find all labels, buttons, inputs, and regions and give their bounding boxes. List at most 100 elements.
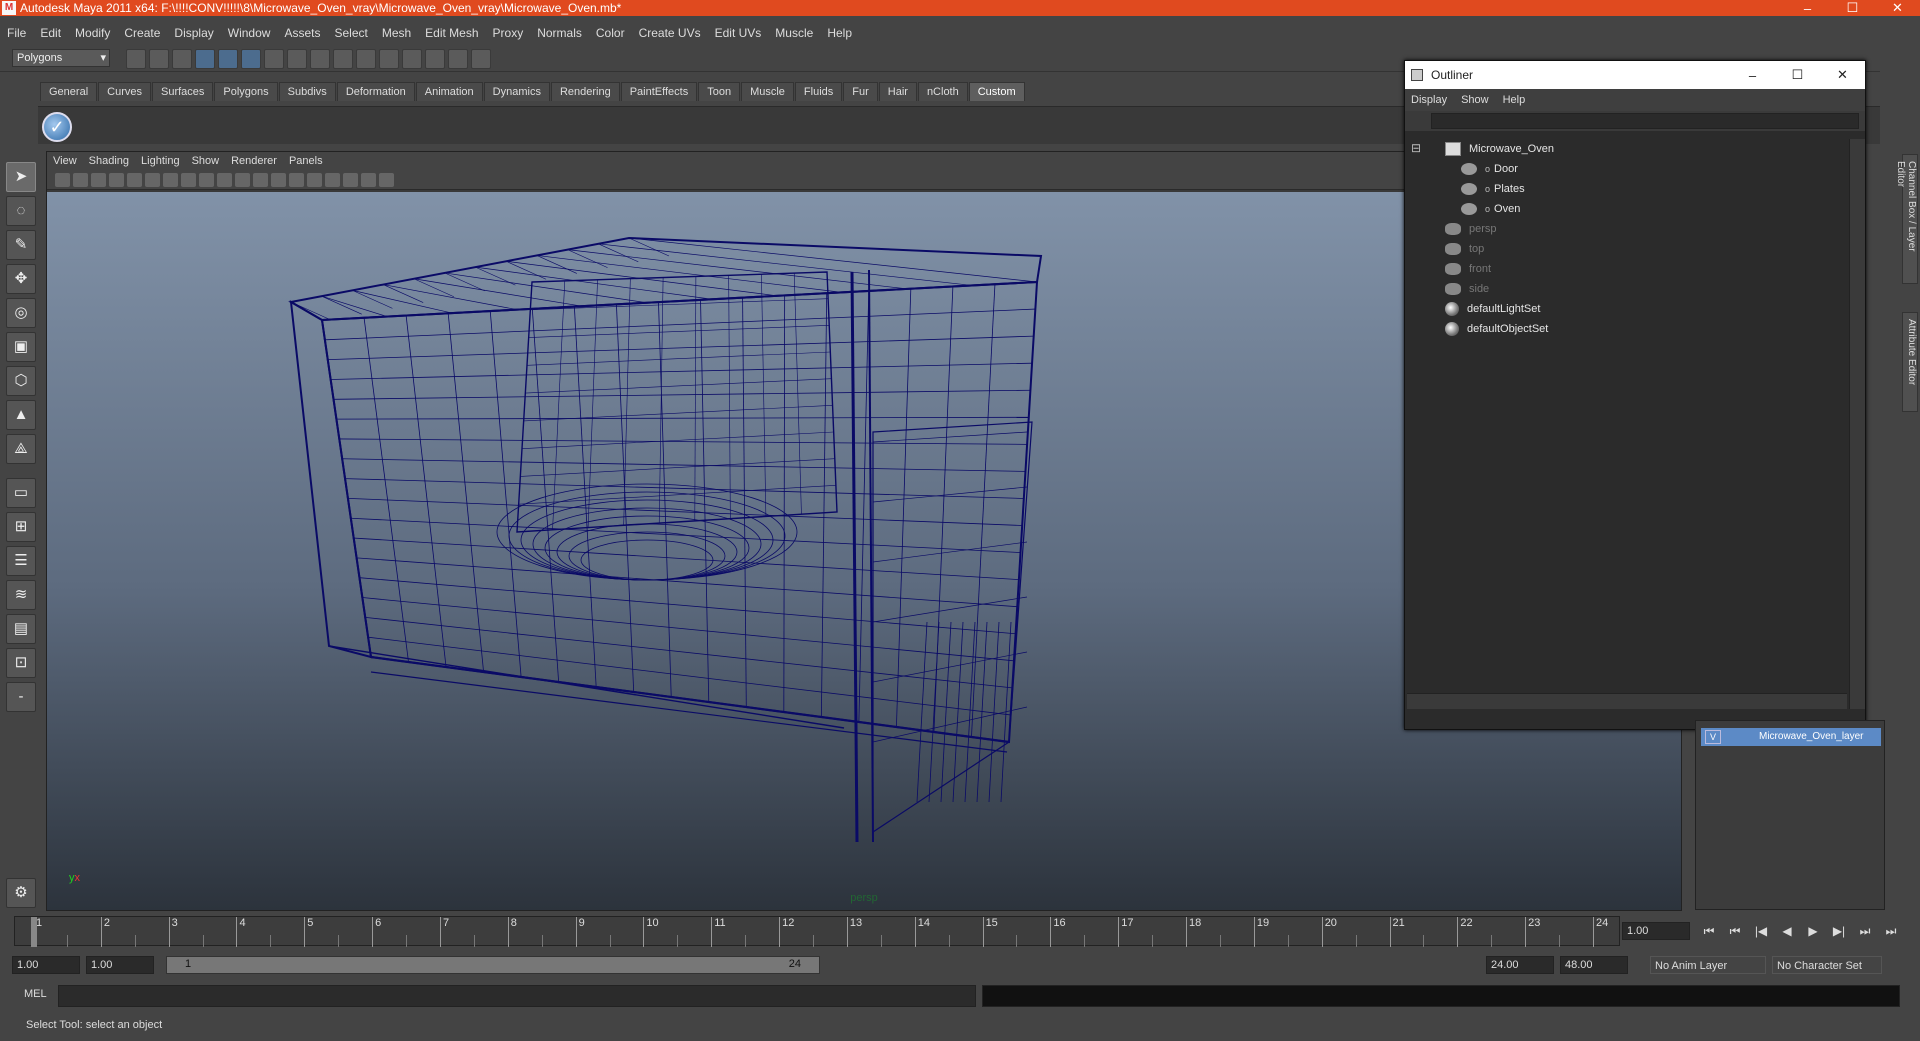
menu-edit-mesh[interactable]: Edit Mesh: [418, 26, 485, 40]
tool-settings-icon[interactable]: ⚙: [6, 878, 36, 908]
step-forward-frame-button[interactable]: ▶|: [1826, 924, 1852, 939]
render-settings-icon[interactable]: [425, 49, 445, 69]
mel-label[interactable]: MEL: [24, 988, 47, 1000]
help-icon[interactable]: [471, 49, 491, 69]
resolution-gate-icon[interactable]: [163, 172, 178, 187]
close-button[interactable]: ✕: [1875, 0, 1920, 16]
menu-assets[interactable]: Assets: [277, 26, 327, 40]
menu-muscle[interactable]: Muscle: [768, 26, 820, 40]
menu-help[interactable]: Help: [820, 26, 859, 40]
snap-point-icon[interactable]: [310, 49, 330, 69]
playback-end-field[interactable]: 24.00: [1486, 956, 1554, 974]
select-tool-icon[interactable]: ➤: [6, 162, 36, 192]
save-scene-icon[interactable]: [172, 49, 192, 69]
move-tool-icon[interactable]: ✥: [6, 264, 36, 294]
outliner-item[interactable]: o Door: [1461, 159, 1518, 179]
step-back-frame-button[interactable]: |◀: [1748, 924, 1774, 939]
select-by-hierarchy-icon[interactable]: [195, 49, 215, 69]
menu-window[interactable]: Window: [221, 26, 278, 40]
menu-edit[interactable]: Edit: [33, 26, 68, 40]
mel-input[interactable]: [58, 985, 976, 1007]
ipr-render-icon[interactable]: [402, 49, 422, 69]
menu-color[interactable]: Color: [589, 26, 632, 40]
panel-menu-renderer[interactable]: Renderer: [231, 155, 285, 167]
panel-menu-panels[interactable]: Panels: [289, 155, 331, 167]
layer-row[interactable]: V Microwave_Oven_layer: [1701, 728, 1881, 746]
shelf-tab-ncloth[interactable]: nCloth: [917, 82, 968, 101]
shelf-check-icon[interactable]: ✓: [42, 112, 72, 142]
outliner-menu-display[interactable]: Display: [1411, 94, 1447, 106]
outliner-maximize-button[interactable]: ☐: [1775, 67, 1820, 83]
outliner-titlebar[interactable]: Outliner – ☐ ✕: [1405, 61, 1865, 89]
shelf-tab-fur[interactable]: Fur: [843, 82, 878, 101]
snap-plane-icon[interactable]: [333, 49, 353, 69]
minimize-button[interactable]: –: [1785, 1, 1830, 16]
shelf-tab-toon[interactable]: Toon: [698, 82, 741, 101]
playback-start-field[interactable]: 1.00: [86, 956, 154, 974]
wireframe-on-shaded-icon[interactable]: [289, 172, 304, 187]
isolate-select-icon[interactable]: [379, 172, 394, 187]
wireframe-icon[interactable]: [253, 172, 268, 187]
rotate-tool-icon[interactable]: ◎: [6, 298, 36, 328]
lasso-tool-icon[interactable]: ◌: [6, 196, 36, 226]
go-to-start-button[interactable]: ⏮: [1696, 924, 1722, 939]
layout-four-icon[interactable]: ⊞: [6, 512, 36, 542]
menu-mesh[interactable]: Mesh: [375, 26, 418, 40]
shelf-tab-dynamics[interactable]: Dynamics: [483, 82, 550, 101]
outliner-item[interactable]: persp: [1445, 219, 1497, 239]
camera-select-icon[interactable]: [55, 172, 70, 187]
channel-box-tab[interactable]: Channel Box / Layer Editor: [1895, 154, 1918, 284]
shelf-tab-animation[interactable]: Animation: [415, 82, 483, 101]
play-backwards-button[interactable]: ◀: [1774, 924, 1800, 939]
outliner-item[interactable]: o Plates: [1461, 179, 1525, 199]
layer-visibility-toggle[interactable]: V: [1705, 730, 1721, 744]
outliner-item[interactable]: defaultObjectSet: [1445, 319, 1548, 339]
outliner-menu-show[interactable]: Show: [1461, 94, 1489, 106]
shelf-tab-polygons[interactable]: Polygons: [214, 82, 278, 101]
step-back-key-button[interactable]: ⏮: [1722, 924, 1748, 939]
soft-mod-icon[interactable]: ▲: [6, 400, 36, 430]
field-chart-icon[interactable]: [199, 172, 214, 187]
image-plane-icon[interactable]: [109, 172, 124, 187]
outliner-filter-input[interactable]: [1431, 113, 1859, 129]
hypershade-icon[interactable]: [448, 49, 468, 69]
current-frame-field[interactable]: 1.00: [1622, 922, 1690, 940]
film-gate-icon[interactable]: [145, 172, 160, 187]
scale-tool-icon[interactable]: ▣: [6, 332, 36, 362]
shelf-tab-surfaces[interactable]: Surfaces: [151, 82, 214, 101]
shelf-tab-deformation[interactable]: Deformation: [336, 82, 415, 101]
shelf-tab-hair[interactable]: Hair: [878, 82, 917, 101]
safe-action-icon[interactable]: [217, 172, 232, 187]
layout-more-icon[interactable]: ‐: [6, 682, 36, 712]
outliner-menu-help[interactable]: Help: [1503, 94, 1526, 106]
snap-curve-icon[interactable]: [287, 49, 307, 69]
outliner-minimize-button[interactable]: –: [1730, 68, 1775, 83]
menu-modify[interactable]: Modify: [68, 26, 117, 40]
paint-select-tool-icon[interactable]: ✎: [6, 230, 36, 260]
menu-create-uvs[interactable]: Create UVs: [632, 26, 708, 40]
step-forward-key-button[interactable]: ⏭: [1852, 924, 1878, 939]
shelf-tab-fluids[interactable]: Fluids: [794, 82, 843, 101]
current-time-marker[interactable]: [31, 917, 37, 947]
outliner-vertical-scrollbar[interactable]: [1849, 139, 1865, 709]
shelf-tab-painteffects[interactable]: PaintEffects: [620, 82, 698, 101]
menu-file[interactable]: File: [0, 26, 33, 40]
outliner-horizontal-scrollbar[interactable]: [1407, 693, 1847, 709]
layout-graph-icon[interactable]: ≋: [6, 580, 36, 610]
menu-create[interactable]: Create: [117, 26, 167, 40]
collapse-icon[interactable]: ⊟: [1411, 141, 1421, 155]
render-icon[interactable]: [379, 49, 399, 69]
shelf-tab-muscle[interactable]: Muscle: [741, 82, 794, 101]
new-scene-icon[interactable]: [126, 49, 146, 69]
history-icon[interactable]: [356, 49, 376, 69]
shelf-tab-subdivs[interactable]: Subdivs: [278, 82, 336, 101]
select-by-object-icon[interactable]: [218, 49, 238, 69]
layout-hypershade-icon[interactable]: ▤: [6, 614, 36, 644]
animation-start-field[interactable]: 1.00: [12, 956, 80, 974]
smooth-shade-icon[interactable]: [271, 172, 286, 187]
menu-proxy[interactable]: Proxy: [486, 26, 531, 40]
layout-single-icon[interactable]: ▭: [6, 478, 36, 508]
outliner-item[interactable]: Microwave_Oven: [1445, 139, 1554, 159]
go-to-end-button[interactable]: ⏭: [1878, 924, 1904, 939]
camera-lock-icon[interactable]: [73, 172, 88, 187]
